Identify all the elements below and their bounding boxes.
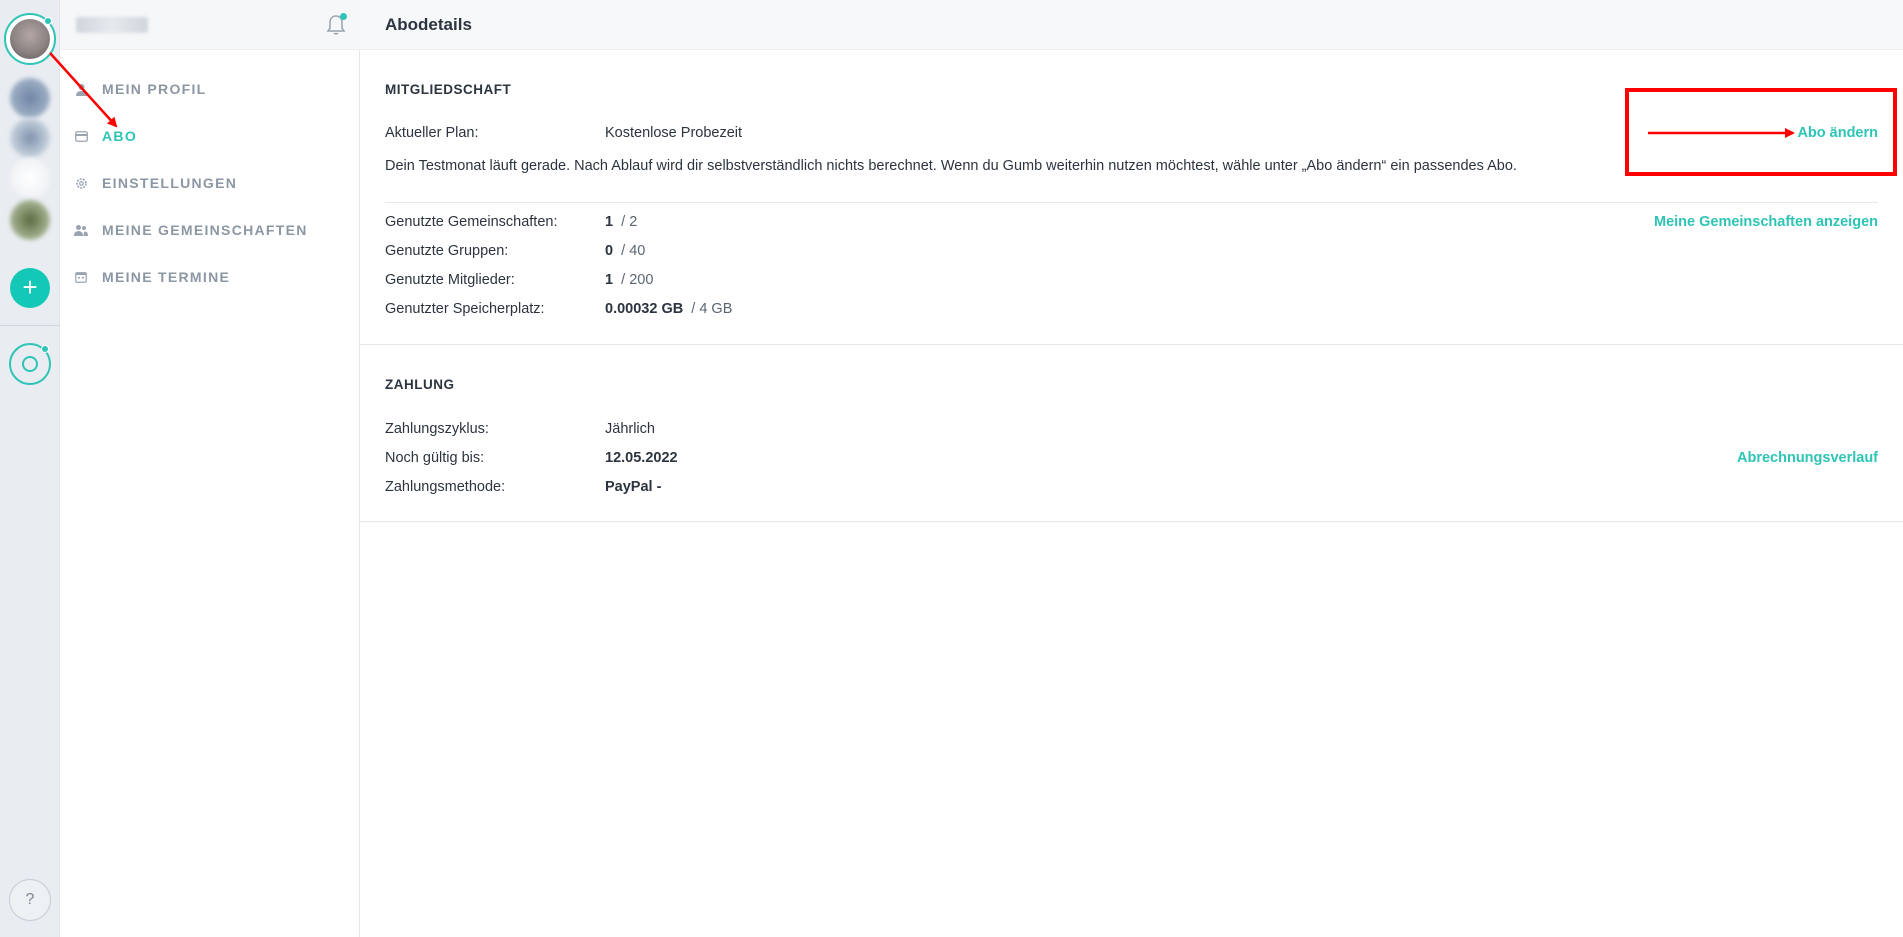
target-icon [22, 356, 38, 372]
usage-label: Genutzte Gruppen: [385, 243, 509, 259]
sidebar-item-meine-gemeinschaften[interactable]: MEINE GEMEINSCHAFTEN [60, 212, 360, 248]
sidebar-item-mein-profil[interactable]: MEIN PROFIL [60, 71, 360, 107]
usage-used: 0.00032 GB [605, 301, 684, 317]
calendar-icon [74, 270, 88, 284]
usage-label: Genutzte Gemeinschaften: [385, 214, 558, 230]
community-avatar[interactable] [10, 158, 50, 198]
usage-used: 0 [605, 243, 614, 259]
usage-label: Genutzte Mitglieder: [385, 272, 515, 288]
person-icon [74, 82, 88, 96]
avatar-image [10, 19, 50, 59]
help-button[interactable]: ? [9, 879, 51, 921]
page-title: Abodetails [385, 15, 472, 34]
sidebar-item-meine-termine[interactable]: MEINE TERMINE [60, 259, 360, 295]
cycle-value: Jährlich [605, 421, 655, 437]
bell-icon[interactable] [326, 13, 347, 36]
billing-history-link[interactable]: Abrechnungsverlauf [1737, 450, 1878, 466]
community-rail: + ? [0, 0, 60, 937]
cycle-label: Zahlungszyklus: [385, 421, 489, 437]
user-avatar[interactable] [4, 13, 56, 65]
sidebar-item-label: ABO [102, 128, 138, 144]
sidebar-item-einstellungen[interactable]: EINSTELLUNGEN [60, 165, 360, 201]
usage-value: 1 / 2 [605, 214, 637, 230]
username-blurred [76, 17, 148, 33]
gear-icon [74, 176, 88, 190]
sidebar-item-label: MEINE GEMEINSCHAFTEN [102, 222, 308, 238]
sidebar-item-abo[interactable]: ABO [60, 118, 360, 154]
trial-description: Dein Testmonat läuft gerade. Nach Ablauf… [385, 158, 1517, 174]
valid-until-value: 12.05.2022 [605, 450, 678, 466]
payment-method-value: PayPal - [605, 479, 662, 495]
usage-label: Genutzter Speicherplatz: [385, 301, 545, 317]
usage-used: 1 [605, 214, 614, 230]
discover-button[interactable] [9, 343, 51, 385]
community-avatar[interactable] [10, 118, 50, 158]
settings-sidebar: MEIN PROFIL ABO EINSTELLUNGEN MEINE GEME… [60, 0, 360, 937]
main-header: Abodetails [360, 0, 1903, 50]
sidebar-item-label: MEIN PROFIL [102, 81, 207, 97]
rail-divider [0, 325, 60, 326]
sidebar-item-label: MEINE TERMINE [102, 269, 231, 285]
section-divider [360, 521, 1903, 522]
section-divider [360, 344, 1903, 345]
people-icon [74, 223, 88, 237]
usage-limit: / 200 [621, 272, 654, 288]
usage-used: 1 [605, 272, 614, 288]
usage-value: 1 / 200 [605, 272, 653, 288]
payment-section-title: ZAHLUNG [385, 377, 455, 392]
valid-until-label: Noch gültig bis: [385, 450, 485, 466]
add-community-button[interactable]: + [10, 268, 50, 308]
sidebar-header [60, 0, 360, 50]
sidebar-item-label: EINSTELLUNGEN [102, 175, 238, 191]
payment-method-label: Zahlungsmethode: [385, 479, 506, 495]
notification-dot [340, 13, 347, 20]
community-avatar[interactable] [10, 200, 50, 240]
credit-card-icon [74, 129, 88, 143]
membership-section-title: MITGLIEDSCHAFT [385, 82, 512, 97]
usage-limit: / 40 [621, 243, 646, 259]
usage-limit: / 2 [621, 214, 638, 230]
online-indicator [44, 17, 52, 25]
usage-value: 0 / 40 [605, 243, 645, 259]
usage-value: 0.00032 GB / 4 GB [605, 301, 732, 317]
notification-dot [41, 345, 49, 353]
usage-limit: / 4 GB [691, 301, 733, 317]
community-avatar[interactable] [10, 78, 50, 118]
plan-label: Aktueller Plan: [385, 125, 479, 141]
plan-value: Kostenlose Probezeit [605, 125, 743, 141]
annotation-highlight-box [1625, 88, 1897, 176]
show-communities-link[interactable]: Meine Gemeinschaften anzeigen [1654, 214, 1878, 230]
divider [385, 202, 1878, 203]
